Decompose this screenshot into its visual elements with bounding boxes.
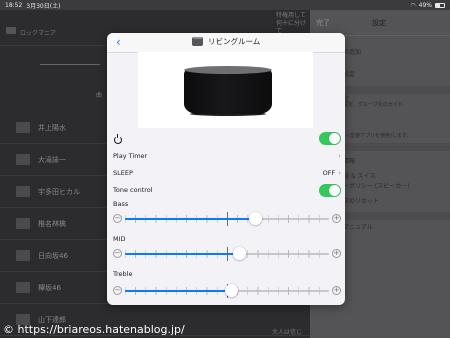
folder-icon (6, 27, 16, 34)
battery-icon (435, 2, 445, 8)
folder-icon (16, 250, 30, 261)
plus-icon[interactable]: + (332, 249, 341, 258)
minus-icon[interactable]: − (113, 249, 122, 258)
modal-title: リビングルーム (208, 37, 261, 46)
back-button[interactable]: ‹ (116, 36, 121, 48)
settings-item-subtitle: 設定、グループ化のガイド (343, 102, 403, 108)
background-header-title: ロックマニア (20, 30, 57, 37)
settings-title: 設定 (372, 19, 386, 27)
background-bottom-text: 大人は信じ (272, 329, 303, 336)
mid-slider-thumb[interactable] (232, 247, 246, 260)
background-list-item-label: 井上陽水 (38, 124, 66, 132)
settings-done-button[interactable]: 完了 (316, 18, 330, 28)
speaker-illustration (184, 64, 272, 116)
chevron-right-icon: › (338, 152, 341, 160)
status-right: ◠ 49% (410, 2, 445, 9)
modal-title-group: リビングルーム (192, 36, 260, 47)
status-time: 18:52 (5, 1, 23, 9)
settings-item-subtitle: ト(音楽アプリを使用)します。 (343, 133, 412, 139)
bass-slider-thumb[interactable] (249, 212, 263, 225)
play-timer-label: Play Timer (113, 152, 148, 160)
tone-control-toggle[interactable] (319, 183, 341, 197)
play-timer-row[interactable]: Play Timer › (113, 147, 341, 165)
background-tab: 曲 (96, 92, 103, 99)
folder-icon (16, 218, 30, 229)
folder-icon (16, 186, 30, 197)
bass-label: Bass (113, 200, 129, 208)
background-list-item-label: 日向坂46 (38, 252, 68, 260)
power-row (113, 129, 341, 147)
sleep-label: SLEEP (113, 169, 133, 177)
battery-percent: 49% (418, 1, 432, 9)
minus-icon[interactable]: − (113, 286, 122, 295)
mid-label: MID (113, 235, 126, 243)
background-list-item-label: 大滝詠一 (38, 156, 66, 164)
treble-slider[interactable]: − + (113, 284, 341, 298)
minus-icon[interactable]: − (113, 214, 122, 223)
status-bar: 18:52 3月30日(土) ◠ 49% (0, 0, 450, 10)
power-toggle[interactable] (319, 131, 341, 145)
bass-slider[interactable]: − + (113, 212, 341, 226)
wifi-icon: ◠ (410, 1, 416, 9)
settings-item[interactable]: の追加 (343, 47, 361, 56)
modal-header: ‹ リビングルーム (107, 33, 345, 53)
settings-item[interactable]: 規 & スイス (343, 171, 375, 180)
treble-slider-thumb[interactable] (224, 284, 238, 297)
background-list-item-label: 欅坂46 (38, 284, 61, 292)
settings-item[interactable]: マニュアル (343, 222, 373, 231)
status-date: 3月30日(土) (26, 2, 61, 10)
plus-icon[interactable]: + (332, 214, 341, 223)
treble-label: Treble (113, 270, 133, 278)
folder-icon (16, 122, 30, 133)
sleep-value: OFF (322, 169, 336, 177)
tone-control-label: Tone control (113, 186, 153, 194)
speaker-image (138, 52, 313, 128)
speaker-settings-modal: ‹ リビングルーム Play Timer › SLEEP OFF › Tone … (107, 33, 345, 305)
background-list-item-label: 椎名林檎 (38, 220, 66, 228)
power-icon (113, 134, 122, 144)
mid-slider[interactable]: − + (113, 247, 341, 261)
sleep-row[interactable]: SLEEP OFF › (113, 164, 341, 182)
background-list-item-label: 宇多田ヒカル (38, 188, 80, 196)
folder-icon (16, 282, 30, 293)
chevron-left-icon: ‹ (116, 35, 121, 49)
plus-icon[interactable]: + (332, 286, 341, 295)
tone-control-row: Tone control (113, 181, 341, 199)
watermark: © https://briareos.hatenablog.jp/ (3, 323, 185, 336)
folder-icon (16, 154, 30, 165)
chevron-right-icon: › (338, 169, 341, 177)
settings-item[interactable]: タのリセット (343, 196, 379, 205)
settings-item[interactable]: ーポリシー (スピーカー) (343, 181, 410, 190)
speaker-icon (192, 37, 203, 46)
